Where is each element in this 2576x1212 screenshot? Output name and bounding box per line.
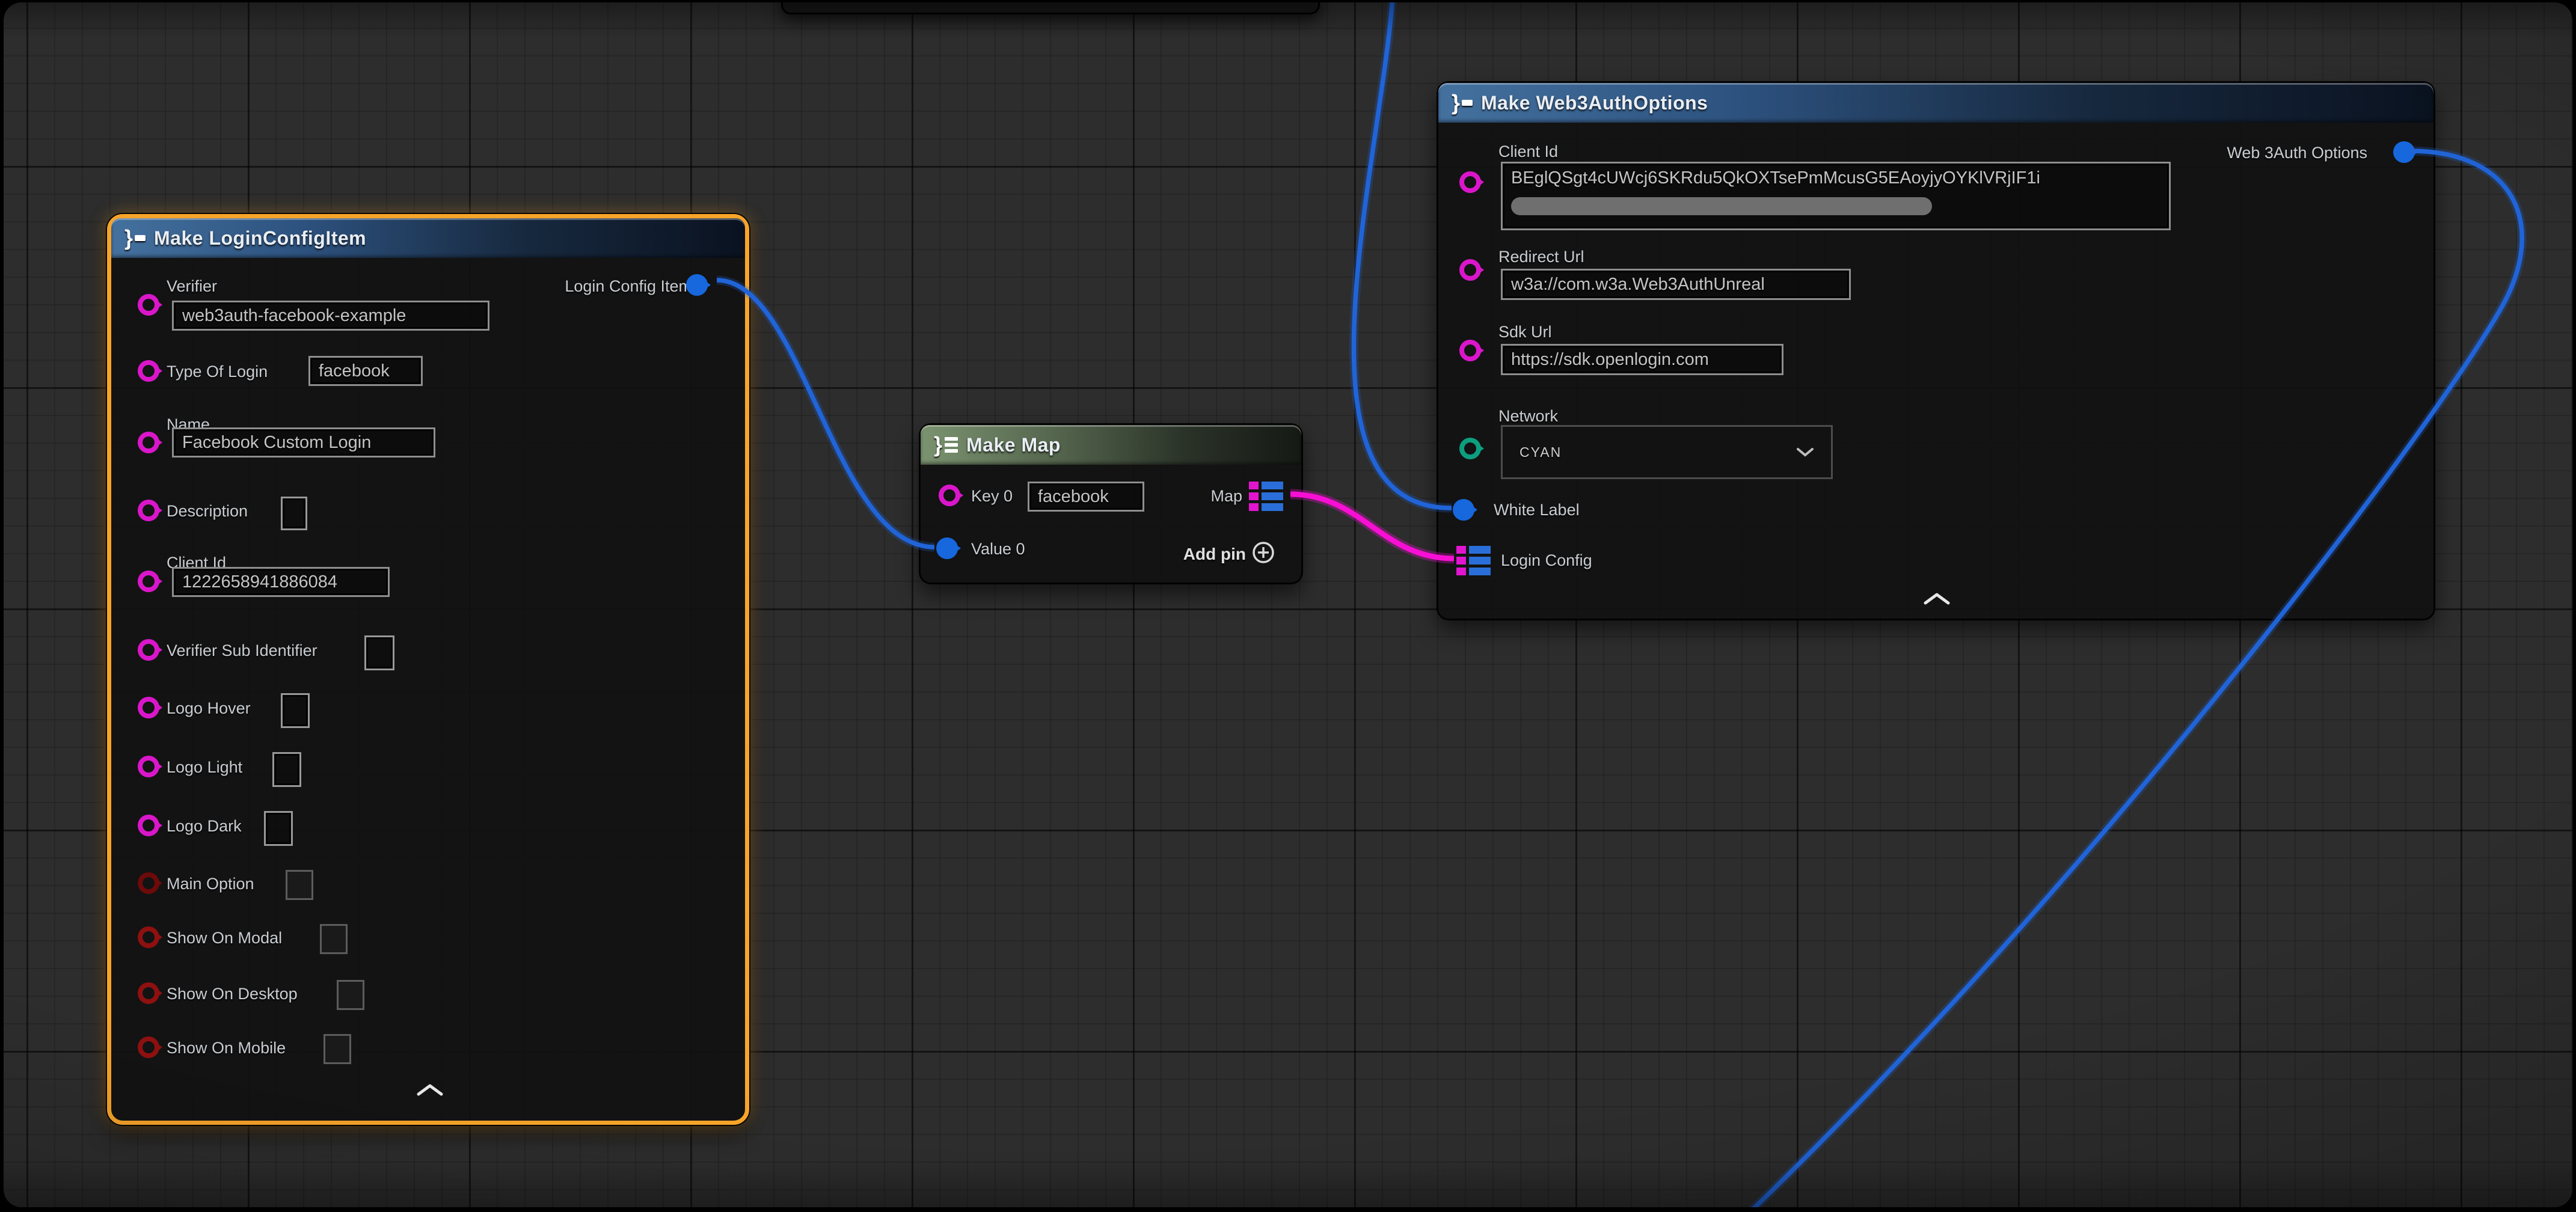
pin-label-logo-hover: Logo Hover <box>167 699 251 718</box>
add-pin-button[interactable] <box>1251 540 1275 565</box>
pin-label-verifier-sub-identifier: Verifier Sub Identifier <box>167 641 317 660</box>
chevron-down-icon <box>1796 447 1814 457</box>
pin-label-redirect-url: Redirect Url <box>1498 247 1584 266</box>
client-id-scrollbar[interactable] <box>1511 197 1932 215</box>
logo-hover-input[interactable] <box>281 693 310 728</box>
output-pin-label: Web 3Auth Options <box>2227 143 2367 162</box>
node-title: Make Map <box>966 434 1061 456</box>
pin-value-0[interactable] <box>936 537 958 559</box>
collapse-node-button[interactable] <box>1924 593 1950 606</box>
blueprint-graph-canvas[interactable]: } Make LoginConfigItem Login Config Item… <box>4 2 2572 1207</box>
pin-label-login-config: Login Config <box>1501 551 1592 570</box>
pin-show-on-modal[interactable] <box>138 926 159 948</box>
client-id-input[interactable]: 1222658941886084 <box>172 567 390 597</box>
network-dropdown[interactable]: CYAN <box>1501 425 1833 479</box>
verifier-sub-identifier-input[interactable] <box>364 635 394 670</box>
pin-label-key-0: Key 0 <box>971 486 1013 506</box>
client-id-input[interactable]: BEglQSgt4cUWcj6SKRdu5QkOXTsePmMcusG5EAoy… <box>1501 162 2171 230</box>
pin-verifier-sub-identifier[interactable] <box>138 639 159 661</box>
wire-login-config-item-to-value-0[interactable] <box>717 280 934 547</box>
pin-label-verifier: Verifier <box>167 277 217 296</box>
verifier-input[interactable]: web3auth-facebook-example <box>172 301 489 331</box>
make-map-icon: } <box>934 434 958 456</box>
output-pin-label-map: Map <box>1210 486 1242 506</box>
pin-label-type-of-login: Type Of Login <box>167 362 268 381</box>
sdk-url-input[interactable]: https://sdk.openlogin.com <box>1501 344 1783 375</box>
pin-description[interactable] <box>138 500 159 521</box>
pin-verifier[interactable] <box>138 294 159 316</box>
pin-label-white-label: White Label <box>1494 500 1580 519</box>
pin-label-logo-light: Logo Light <box>167 758 242 777</box>
pin-label-logo-dark: Logo Dark <box>167 816 242 836</box>
description-input[interactable] <box>281 497 307 530</box>
pin-label-client-id: Client Id <box>1498 142 1558 161</box>
pin-label-show-on-modal: Show On Modal <box>167 928 282 947</box>
pin-network[interactable] <box>1459 438 1481 459</box>
node-header[interactable]: } Make Web3AuthOptions <box>1438 83 2433 123</box>
name-input[interactable]: Facebook Custom Login <box>172 427 435 458</box>
output-pin-map[interactable] <box>1249 482 1283 511</box>
network-dropdown-value: CYAN <box>1520 444 1562 461</box>
output-pin-label: Login Config Item <box>565 277 692 296</box>
pin-type-of-login[interactable] <box>138 360 159 382</box>
type-of-login-input[interactable]: facebook <box>308 356 423 386</box>
show-on-mobile-checkbox[interactable] <box>324 1034 351 1064</box>
pin-client-id[interactable] <box>138 571 159 592</box>
add-pin-label: Add pin <box>1183 545 1246 564</box>
collapse-node-button[interactable] <box>417 1084 443 1097</box>
key-0-input[interactable]: facebook <box>1028 482 1144 512</box>
pin-label-show-on-desktop: Show On Desktop <box>167 984 298 1003</box>
make-struct-icon: } <box>124 227 146 249</box>
pin-key-0[interactable] <box>939 485 960 506</box>
output-pin-login-config-item[interactable] <box>686 274 708 296</box>
node-title: Make Web3AuthOptions <box>1481 92 1708 114</box>
node-header[interactable]: } Make Map <box>921 425 1301 465</box>
pin-white-label[interactable] <box>1453 499 1474 521</box>
viewport-frame: } Make LoginConfigItem Login Config Item… <box>0 0 2576 1212</box>
node-partial-top[interactable] <box>781 2 1320 14</box>
pin-name[interactable] <box>138 432 159 453</box>
pin-label-main-option: Main Option <box>167 874 254 893</box>
redirect-url-input[interactable]: w3a://com.w3a.Web3AuthUnreal <box>1501 269 1851 300</box>
node-title: Make LoginConfigItem <box>154 227 366 249</box>
pin-main-option[interactable] <box>138 872 159 894</box>
pin-label-description: Description <box>167 501 248 521</box>
node-header[interactable]: } Make LoginConfigItem <box>111 218 745 258</box>
pin-client-id[interactable] <box>1459 171 1481 193</box>
node-make-loginconfigitem[interactable]: } Make LoginConfigItem Login Config Item… <box>107 214 749 1125</box>
logo-light-input[interactable] <box>272 752 301 787</box>
pin-redirect-url[interactable] <box>1459 259 1481 281</box>
node-make-web3authoptions[interactable]: } Make Web3AuthOptions Web 3Auth Options… <box>1437 81 2435 620</box>
show-on-modal-checkbox[interactable] <box>320 924 348 954</box>
make-struct-icon: } <box>1452 92 1473 114</box>
pin-logo-hover[interactable] <box>138 697 159 718</box>
show-on-desktop-checkbox[interactable] <box>337 980 364 1010</box>
pin-label-show-on-mobile: Show On Mobile <box>167 1038 286 1057</box>
pin-label-value-0: Value 0 <box>971 539 1025 559</box>
pin-logo-dark[interactable] <box>138 815 159 836</box>
logo-dark-input[interactable] <box>264 811 293 846</box>
pin-label-network: Network <box>1498 406 1558 426</box>
main-option-checkbox[interactable] <box>286 870 313 900</box>
pin-sdk-url[interactable] <box>1459 340 1481 361</box>
pin-show-on-mobile[interactable] <box>138 1036 159 1058</box>
pin-label-sdk-url: Sdk Url <box>1498 322 1552 341</box>
pin-logo-light[interactable] <box>138 756 159 777</box>
pin-login-config[interactable] <box>1456 546 1491 575</box>
pin-show-on-desktop[interactable] <box>138 982 159 1004</box>
node-make-map[interactable]: } Make Map Key 0 facebook Map Value 0 Ad… <box>919 423 1303 584</box>
